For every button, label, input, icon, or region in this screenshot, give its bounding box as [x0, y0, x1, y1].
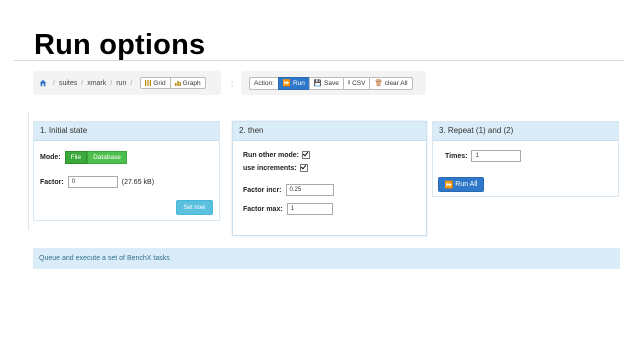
times-row: Times: 1: [445, 150, 522, 162]
run-all-label: Run All: [455, 181, 478, 188]
times-input[interactable]: 1: [471, 150, 522, 162]
factor-label: Factor:: [40, 178, 64, 186]
grid-icon: [145, 80, 152, 86]
breadcrumb-separator: /: [53, 79, 55, 87]
separator-colon: :: [231, 79, 234, 88]
times-label: Times:: [445, 152, 468, 160]
info-alert: Queue and execute a set of BenchX tasks: [33, 248, 620, 269]
mode-database-button[interactable]: Database: [87, 151, 127, 164]
action-group: Action: ⏩ Run 💾 Save ⭳ CSV 🗑 clear All: [249, 76, 413, 90]
set-now-button[interactable]: Set now: [176, 200, 213, 215]
save-button[interactable]: 💾 Save: [308, 76, 344, 90]
breadcrumb-separator: /: [110, 79, 113, 87]
csv-button[interactable]: ⭳ CSV: [342, 76, 371, 90]
run-other-mode-checkbox[interactable]: [302, 151, 310, 159]
factor-max-input[interactable]: 1: [286, 203, 333, 215]
mode-label: Mode:: [40, 154, 61, 161]
run-other-mode-label: Run other mode:: [243, 151, 299, 159]
breadcrumb-separator: /: [130, 79, 133, 87]
run-all-button[interactable]: ⏩ Run All: [438, 177, 484, 192]
save-label: Save: [324, 79, 339, 87]
fast-forward-icon: ⏩: [444, 181, 454, 189]
title-divider: [14, 60, 624, 61]
grid-button[interactable]: Grid: [140, 77, 171, 89]
fast-forward-icon: ⏩: [282, 80, 291, 87]
factor-incr-row: Factor incr: 0.25: [243, 184, 334, 196]
home-icon[interactable]: [39, 79, 47, 87]
graph-icon: [174, 81, 181, 86]
slide-title: Run options: [34, 29, 206, 61]
breadcrumb: / suites / xmark / run / Grid Graph: [33, 71, 221, 95]
breadcrumb-run[interactable]: run: [116, 80, 126, 87]
panel-repeat: 3. Repeat (1) and (2) Times: 1 ⏩ Run All: [432, 121, 619, 197]
trash-icon: 🗑: [374, 80, 383, 87]
action-toolbar: Action: ⏩ Run 💾 Save ⭳ CSV 🗑 clear All: [241, 71, 426, 95]
breadcrumb-suites[interactable]: suites: [59, 80, 77, 87]
factor-row: Factor: 0 (27.65 kB): [40, 176, 154, 188]
factor-input[interactable]: 0: [67, 176, 118, 188]
breadcrumb-separator: /: [81, 79, 84, 87]
run-label: Run: [292, 79, 305, 87]
csv-label: CSV: [352, 79, 366, 87]
panel-header: 3. Repeat (1) and (2): [433, 122, 618, 141]
run-other-mode-row: Run other mode:: [243, 151, 310, 159]
save-icon: 💾: [313, 80, 322, 87]
panel-initial-state: 1. Initial state Mode: File Database Fac…: [33, 121, 220, 221]
clear-all-label: clear All: [384, 79, 408, 87]
download-icon: ⭳: [347, 78, 351, 86]
factor-incr-input[interactable]: 0.25: [285, 184, 334, 196]
divider: [28, 112, 29, 230]
run-button[interactable]: ⏩ Run: [277, 76, 310, 90]
factor-size: (27.65 kB): [121, 178, 155, 186]
view-toggle: Grid Graph: [140, 77, 206, 89]
graph-label: Graph: [182, 79, 201, 87]
breadcrumb-xmark[interactable]: xmark: [87, 80, 106, 87]
mode-toggle: File Database: [64, 151, 127, 164]
clear-all-button[interactable]: 🗑 clear All: [369, 76, 413, 90]
panel-header: 1. Initial state: [34, 122, 219, 141]
mode-file-button[interactable]: File: [64, 151, 88, 164]
use-increments-checkbox[interactable]: [299, 164, 308, 172]
factor-incr-label: Factor incr:: [243, 186, 282, 194]
action-label: Action:: [249, 76, 279, 90]
panel-header: 2. then: [233, 122, 426, 141]
graph-button[interactable]: Graph: [169, 77, 206, 89]
panel-then: 2. then Run other mode: use increments: …: [232, 121, 427, 236]
mode-row: Mode: File Database: [40, 151, 127, 164]
use-increments-row: use increments:: [243, 164, 308, 172]
grid-label: Grid: [153, 79, 166, 87]
factor-max-row: Factor max: 1: [243, 203, 333, 215]
use-increments-label: use increments:: [243, 164, 297, 172]
factor-max-label: Factor max:: [243, 205, 283, 213]
